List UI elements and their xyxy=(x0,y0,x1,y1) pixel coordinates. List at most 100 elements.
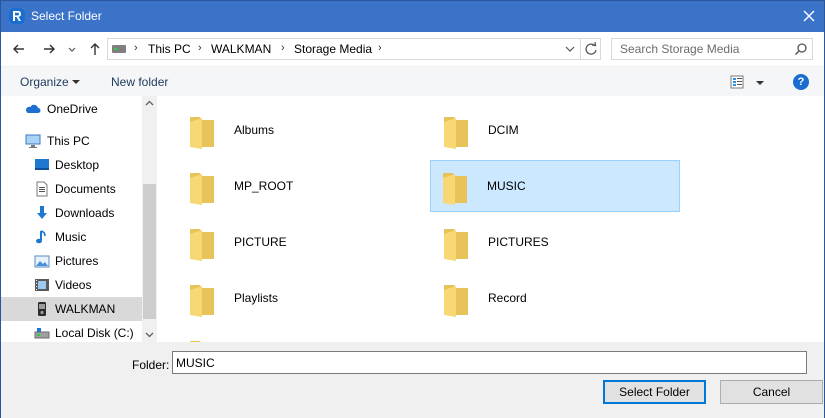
drive-icon xyxy=(112,45,126,53)
app-logo-icon xyxy=(9,8,25,24)
documents-icon xyxy=(36,181,48,197)
folder-icon xyxy=(443,173,467,205)
folder-item-record[interactable]: Record xyxy=(431,272,681,324)
nav-item-desktop[interactable]: Desktop xyxy=(1,153,142,177)
folder-icon xyxy=(190,173,214,205)
folder-icon xyxy=(190,285,214,317)
search-input[interactable] xyxy=(612,39,787,59)
select-folder-dialog: Select Folder › This PC › WALKMAN › Stor… xyxy=(0,0,825,418)
breadcrumb-storage-media[interactable]: Storage Media xyxy=(294,42,372,56)
nav-label: Desktop xyxy=(55,158,100,172)
address-history-button[interactable] xyxy=(560,39,580,59)
nav-item-walkman[interactable]: WALKMAN xyxy=(1,297,142,321)
folder-name: MUSIC xyxy=(487,179,526,193)
folder-name: Playlists xyxy=(234,291,279,305)
downloads-icon xyxy=(37,206,47,219)
folder-item-dcim[interactable]: DCIM xyxy=(431,104,681,156)
chevron-right-icon: › xyxy=(281,42,285,54)
nav-item-local-disk[interactable]: Local Disk (C:) xyxy=(1,321,142,342)
nav-label: Documents xyxy=(55,182,116,196)
dialog-footer: Folder: Select Folder Cancel xyxy=(1,342,824,418)
navigation-pane: OneDrive This PC Desktop Documents Downl… xyxy=(1,96,157,342)
local-disk-icon xyxy=(34,328,50,339)
address-row: › This PC › WALKMAN › Storage Media › xyxy=(1,32,824,66)
folder-item-picture[interactable]: PICTURE xyxy=(177,216,427,268)
folder-name: PICTURES xyxy=(488,235,549,249)
folder-item-music[interactable]: MUSIC xyxy=(430,160,680,212)
folder-name-input[interactable] xyxy=(172,351,807,374)
nav-label: Local Disk (C:) xyxy=(55,326,134,340)
details-view-icon xyxy=(730,75,764,89)
nav-item-downloads[interactable]: Downloads xyxy=(1,201,142,225)
title-bar: Select Folder xyxy=(1,1,824,32)
folder-icon xyxy=(444,117,468,149)
chevron-down-icon xyxy=(565,46,575,52)
search-box xyxy=(611,38,813,60)
folder-item-mp-root[interactable]: MP_ROOT xyxy=(177,160,427,212)
caret-down-icon xyxy=(72,80,80,84)
music-icon xyxy=(36,230,46,244)
nav-label: Videos xyxy=(55,278,92,292)
recent-locations-button[interactable] xyxy=(65,39,79,59)
chevron-down-icon xyxy=(145,332,154,338)
help-button[interactable]: ? xyxy=(793,74,809,90)
folder-content-pane: Albums DCIM MP_ROOT MUSIC PICTURE PICTUR… xyxy=(161,96,824,342)
search-icon[interactable] xyxy=(794,42,808,56)
chevron-right-icon: › xyxy=(378,42,382,54)
cancel-button[interactable]: Cancel xyxy=(720,380,823,404)
chevron-right-icon: › xyxy=(134,42,138,54)
folder-item-pictures[interactable]: PICTURES xyxy=(431,216,681,268)
folder-icon xyxy=(444,285,468,317)
scroll-down-button[interactable] xyxy=(142,327,157,342)
folder-item-playlists[interactable]: Playlists xyxy=(177,272,427,324)
nav-item-music[interactable]: Music xyxy=(1,225,142,249)
window-title: Select Folder xyxy=(31,9,102,23)
scroll-up-button[interactable] xyxy=(142,96,157,111)
organize-button[interactable]: Organize xyxy=(20,75,69,89)
chevron-right-icon: › xyxy=(198,42,202,54)
refresh-button[interactable] xyxy=(580,39,600,59)
nav-label: This PC xyxy=(47,134,90,148)
nav-label: Pictures xyxy=(55,254,99,268)
breadcrumb-this-pc[interactable]: This PC xyxy=(148,42,191,56)
folder-field-label: Folder: xyxy=(132,358,170,372)
command-bar: Organize New folder ? xyxy=(1,66,824,96)
change-view-button[interactable] xyxy=(730,74,768,90)
folder-item-albums[interactable]: Albums xyxy=(177,104,427,156)
breadcrumb-walkman[interactable]: WALKMAN xyxy=(211,42,271,56)
up-button[interactable] xyxy=(85,39,105,59)
nav-item-pictures[interactable]: Pictures xyxy=(1,249,142,273)
forward-button[interactable] xyxy=(39,39,59,59)
arrow-left-icon xyxy=(13,44,24,54)
folder-name: Albums xyxy=(234,123,275,137)
close-icon xyxy=(803,10,815,22)
nav-label: OneDrive xyxy=(47,102,98,116)
nav-item-onedrive[interactable]: OneDrive xyxy=(1,97,142,121)
folder-item-partial[interactable] xyxy=(177,328,427,342)
new-folder-button[interactable]: New folder xyxy=(111,75,168,89)
address-bar[interactable]: › This PC › WALKMAN › Storage Media › xyxy=(107,38,601,60)
walkman-icon xyxy=(38,302,46,316)
folder-name: MP_ROOT xyxy=(234,179,294,193)
pictures-icon xyxy=(34,255,50,268)
select-folder-button[interactable]: Select Folder xyxy=(603,380,706,404)
nav-label: Downloads xyxy=(55,206,115,220)
chevron-down-icon xyxy=(68,47,76,52)
nav-item-this-pc[interactable]: This PC xyxy=(1,129,142,153)
refresh-icon xyxy=(585,41,597,55)
folder-icon xyxy=(190,117,214,149)
desktop-icon xyxy=(35,159,49,170)
nav-item-documents[interactable]: Documents xyxy=(1,177,142,201)
nav-scrollbar[interactable] xyxy=(142,96,157,342)
close-button[interactable] xyxy=(794,1,824,32)
nav-label: Music xyxy=(55,230,87,244)
computer-icon xyxy=(25,134,41,148)
chevron-up-icon xyxy=(145,100,154,106)
arrow-up-icon xyxy=(90,43,100,55)
nav-item-videos[interactable]: Videos xyxy=(1,273,142,297)
folder-name: DCIM xyxy=(488,123,519,137)
videos-icon xyxy=(35,279,49,291)
scroll-thumb[interactable] xyxy=(143,184,156,319)
folder-icon xyxy=(444,229,468,261)
back-button[interactable] xyxy=(9,39,29,59)
